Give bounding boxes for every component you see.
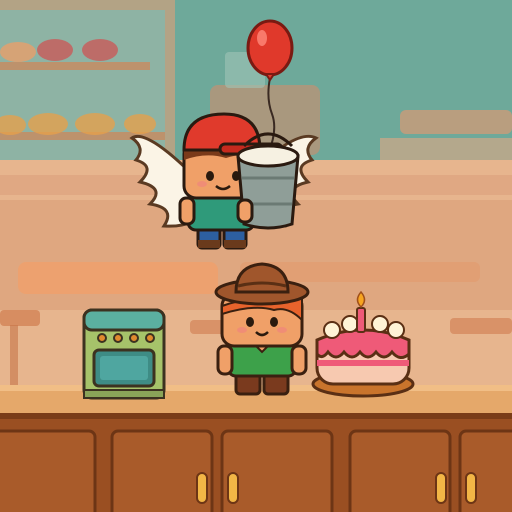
- flying-boy-character[interactable]: [126, 108, 326, 258]
- oven[interactable]: [80, 306, 170, 402]
- cabinet-handle: [196, 472, 208, 504]
- counter: [0, 385, 512, 512]
- cabinet-handle: [227, 472, 239, 504]
- birthday-cake[interactable]: [310, 290, 416, 400]
- cabinet-handle: [465, 472, 477, 504]
- candle-flame: [356, 290, 366, 309]
- cabinet-handle: [435, 472, 447, 504]
- cowboy-kid-character[interactable]: [214, 258, 314, 398]
- game-scene: [0, 0, 512, 512]
